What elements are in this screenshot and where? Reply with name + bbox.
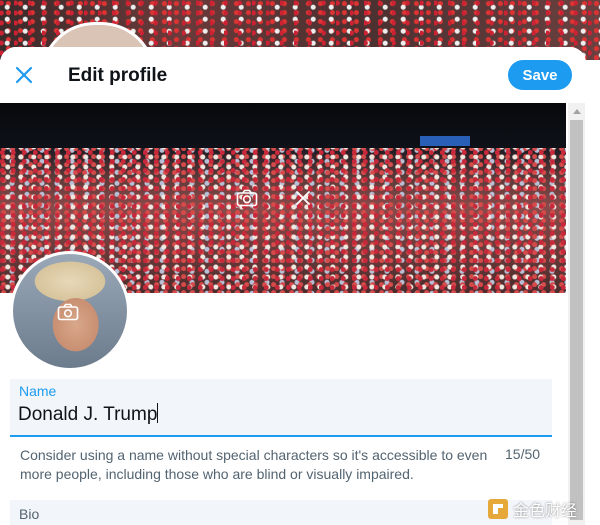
dialog-title: Edit profile <box>68 65 168 86</box>
dialog-scrollbar[interactable] <box>568 103 585 525</box>
save-button[interactable]: Save <box>508 60 572 90</box>
watermark-text: 金色财经 <box>513 503 578 520</box>
edit-profile-dialog: Edit profile Save Name Donald J. Trump C… <box>0 47 586 525</box>
watermark: 金色财经 <box>488 497 577 521</box>
camera-icon <box>236 189 258 207</box>
name-field-hint: Consider using a name without special ch… <box>20 447 488 482</box>
close-icon <box>15 66 33 84</box>
remove-banner-button[interactable] <box>292 187 314 209</box>
name-field[interactable]: Name Donald J. Trump <box>10 379 552 437</box>
close-icon <box>296 191 310 205</box>
name-field-label: Name <box>19 383 57 399</box>
camera-icon <box>57 303 79 321</box>
close-button[interactable] <box>10 61 38 89</box>
banner-night-sky <box>0 103 566 148</box>
scroll-up-button[interactable] <box>568 103 585 119</box>
watermark-logo-icon <box>488 499 508 519</box>
name-input-value: Donald J. Trump <box>18 404 158 425</box>
text-caret <box>157 403 159 423</box>
scrollbar-thumb[interactable] <box>570 120 583 520</box>
dialog-content: Name Donald J. Trump Consider using a na… <box>0 103 566 525</box>
chevron-up-icon <box>572 109 581 114</box>
name-input[interactable]: Donald J. Trump <box>18 403 538 431</box>
bio-field[interactable]: Bio <box>10 500 552 525</box>
banner-controls <box>236 187 314 209</box>
banner-sign <box>420 136 470 146</box>
dialog-header: Edit profile Save <box>0 47 586 103</box>
change-avatar-button[interactable] <box>57 301 79 323</box>
bio-field-label: Bio <box>19 506 40 522</box>
change-banner-button[interactable] <box>236 187 258 209</box>
name-character-counter: 15/50 <box>505 446 541 462</box>
